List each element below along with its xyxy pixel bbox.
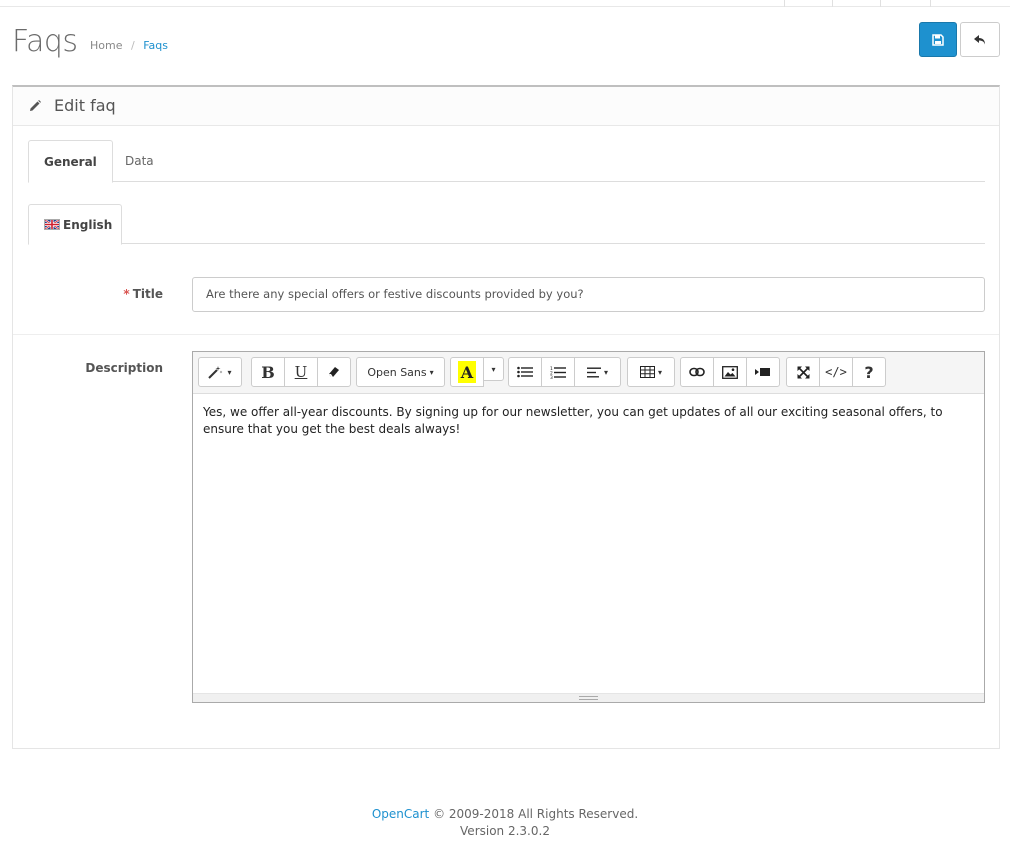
top-navbar [0,0,1010,7]
breadcrumb-faqs-link[interactable]: Faqs [143,39,168,52]
navbar-divider [784,0,785,7]
insert-link-button[interactable] [680,357,714,387]
video-icon [755,368,770,376]
font-family-value: Open Sans [367,365,427,379]
language-tabs: English [28,204,985,245]
title-input[interactable]: Are there any special offers or festive … [192,277,985,312]
help-button[interactable]: ? [852,357,886,387]
navbar-divider [930,0,931,7]
magic-wand-icon [208,366,223,379]
expand-icon [796,365,810,379]
title-form-row: * Title Are there any special offers or f… [13,277,999,335]
description-editor: ▾ B U Open Sans ▾ A ▾ 1 2 3 ▾ ▾ </> ? Ye… [192,351,985,703]
chevron-down-icon: ▾ [491,364,496,374]
resize-grip-icon[interactable] [579,696,598,700]
edit-panel: Edit faq General Data English * Title Are… [12,85,1000,749]
language-label: English [63,217,113,232]
tab-language-english[interactable]: English [28,204,122,245]
save-icon [932,33,944,46]
code-view-button[interactable]: </> [819,357,853,387]
paragraph-align-dropdown[interactable]: ▾ [574,357,621,387]
unordered-list-button[interactable] [508,357,542,387]
ordered-list-button[interactable]: 1 2 3 [541,357,575,387]
svg-text:3: 3 [550,375,553,379]
panel-heading: Edit faq [13,87,999,126]
panel-title: Edit faq [54,96,116,115]
chevron-down-icon: ▾ [657,367,662,377]
eraser-icon [329,367,339,377]
text-color-button[interactable]: A [450,357,484,387]
tab-data[interactable]: Data [110,140,169,182]
footer-copyright: OpenCart © 2009-2018 All Rights Reserved… [371,807,639,821]
insert-image-button[interactable] [713,357,747,387]
text-color-swatch: A [458,361,476,383]
navbar-divider [880,0,881,7]
tab-general[interactable]: General [28,140,113,183]
chevron-down-icon: ▾ [429,367,434,377]
link-icon [689,367,705,377]
description-label: Description [85,361,163,375]
align-left-icon [586,367,601,377]
breadcrumb: Home / Faqs [90,39,168,52]
title-label: * Title [123,287,163,301]
back-button[interactable] [960,22,1000,57]
font-family-dropdown[interactable]: Open Sans ▾ [356,357,445,387]
table-dropdown-button[interactable]: ▾ [627,357,675,387]
text-color-dropdown[interactable]: ▾ [483,357,504,381]
required-asterisk: * [123,287,130,301]
chevron-down-icon: ▾ [227,367,232,377]
opencart-link[interactable]: OpenCart [372,807,429,821]
save-button[interactable] [919,22,957,57]
underline-button[interactable]: U [284,357,318,387]
page-header: Faqs Home / Faqs [0,7,1010,85]
insert-video-button[interactable] [746,357,780,387]
fullscreen-button[interactable] [786,357,820,387]
footer: OpenCart © 2009-2018 All Rights Reserved… [0,806,1010,840]
bold-button[interactable]: B [251,357,285,387]
footer-version: Version 2.3.0.2 [460,824,550,838]
editor-toolbar: ▾ B U Open Sans ▾ A ▾ 1 2 3 ▾ ▾ </> ? [193,352,984,394]
description-editable-area[interactable]: Yes, we offer all-year discounts. By sig… [193,394,984,692]
picture-icon [722,365,738,379]
page-title: Faqs [12,24,78,59]
style-dropdown-button[interactable]: ▾ [198,357,242,387]
main-tabs: General Data [28,140,985,183]
breadcrumb-separator: / [130,39,135,52]
breadcrumb-home-link[interactable]: Home [90,39,122,52]
reply-icon [974,34,985,44]
uk-flag-icon [44,219,60,230]
bullet-list-icon [517,366,533,378]
numbered-list-icon: 1 2 3 [550,366,566,379]
chevron-down-icon: ▾ [603,367,608,377]
table-icon [639,366,655,378]
clear-format-button[interactable] [317,357,351,387]
pencil-icon [30,100,41,111]
editor-resize-bar[interactable] [193,693,984,702]
navbar-divider [832,0,833,7]
